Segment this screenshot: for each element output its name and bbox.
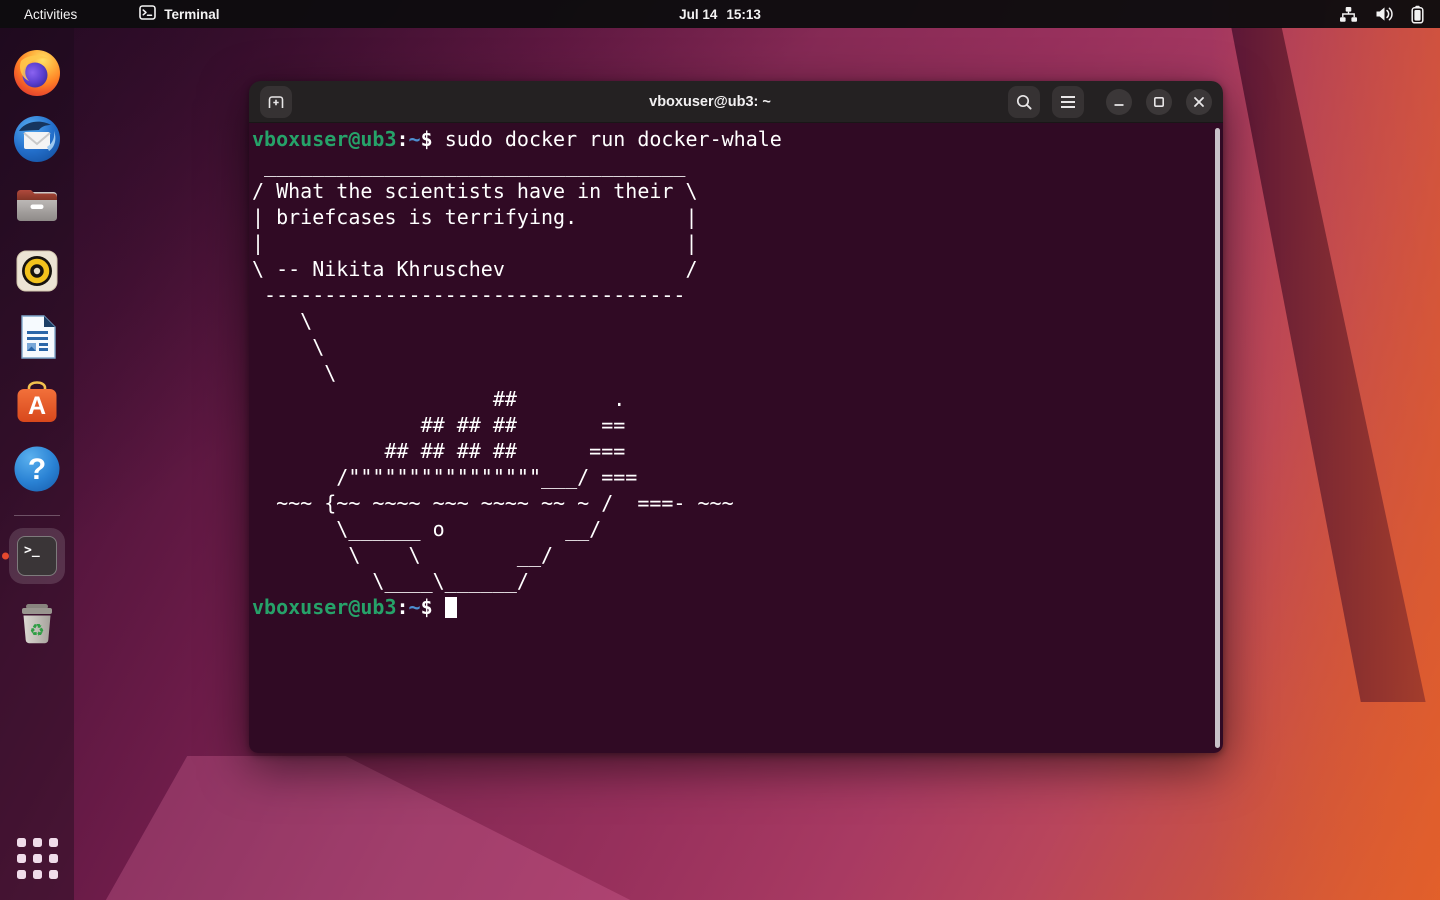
running-indicator-dot: [2, 553, 9, 560]
terminal-scrollbar[interactable]: [1215, 128, 1220, 748]
dock-item-files[interactable]: [11, 179, 63, 231]
terminal-glyph: >_: [24, 543, 40, 558]
dock-item-ubuntu-software[interactable]: A: [11, 377, 63, 429]
prompt-path: ~: [409, 127, 421, 151]
command-text: sudo docker run docker-whale: [445, 127, 782, 151]
maximize-button[interactable]: [1146, 89, 1172, 115]
prompt-symbol: $: [421, 127, 445, 151]
files-folder-icon: [11, 179, 63, 231]
window-title: vboxuser@ub3: ~: [292, 94, 1008, 110]
dock-divider: [14, 515, 60, 516]
svg-text:?: ?: [28, 453, 46, 486]
svg-text:A: A: [28, 392, 46, 420]
terminal-app-icon: [139, 5, 156, 23]
dock-item-help[interactable]: ?: [11, 443, 63, 495]
clock-time: 15:13: [726, 7, 761, 22]
dock: A ?: [0, 28, 74, 900]
grid-dot: [49, 838, 58, 847]
grid-dot: [17, 854, 26, 863]
trash-icon: ♻: [11, 598, 63, 650]
thunderbird-icon: [11, 113, 63, 165]
prompt-user-host: vboxuser@ub3: [252, 127, 397, 151]
titlebar-controls: [1008, 86, 1212, 118]
show-applications-button[interactable]: [11, 832, 63, 884]
menu-button[interactable]: [1052, 86, 1084, 118]
terminal-dock-icon: >_: [17, 536, 57, 576]
grid-dot: [49, 870, 58, 879]
help-icon: ?: [11, 443, 63, 495]
clock-button[interactable]: Jul 14 15:13: [679, 7, 761, 22]
terminal-cursor: [445, 597, 457, 618]
dock-item-thunderbird[interactable]: [11, 113, 63, 165]
battery-icon: [1411, 5, 1424, 24]
libreoffice-writer-icon: [11, 311, 63, 363]
rhythmbox-icon: [11, 245, 63, 297]
prompt-path: ~: [409, 595, 421, 619]
focused-app-menu[interactable]: Terminal: [139, 5, 219, 23]
prompt-user-host: vboxuser@ub3: [252, 595, 397, 619]
activities-button[interactable]: Activities: [18, 5, 83, 24]
minimize-button[interactable]: [1106, 89, 1132, 115]
prompt-symbol: $: [421, 595, 445, 619]
grid-dot: [17, 838, 26, 847]
grid-dot: [33, 854, 42, 863]
volume-icon: [1375, 6, 1394, 22]
terminal-window: vboxuser@ub3: ~: [249, 81, 1223, 753]
dock-item-trash[interactable]: ♻: [11, 598, 63, 650]
clock-date: Jul 14: [679, 7, 717, 22]
system-status-area[interactable]: [1339, 5, 1424, 24]
new-tab-button[interactable]: [260, 86, 292, 118]
network-wired-icon: [1339, 6, 1358, 23]
top-bar: Activities Terminal Jul 14 15:13: [0, 0, 1440, 28]
dock-item-terminal-active[interactable]: >_: [9, 528, 65, 584]
dock-item-firefox[interactable]: [11, 47, 63, 99]
grid-dot: [17, 870, 26, 879]
terminal-output: vboxuser@ub3:~$ sudo docker run docker-w…: [252, 126, 1223, 620]
terminal-content[interactable]: vboxuser@ub3:~$ sudo docker run docker-w…: [249, 123, 1223, 753]
grid-dot: [49, 854, 58, 863]
search-button[interactable]: [1008, 86, 1040, 118]
dock-item-rhythmbox[interactable]: [11, 245, 63, 297]
close-button[interactable]: [1186, 89, 1212, 115]
prompt-separator: :: [397, 127, 409, 151]
prompt-separator: :: [397, 595, 409, 619]
svg-text:♻: ♻: [29, 621, 44, 641]
grid-dot: [33, 870, 42, 879]
dock-item-libreoffice-writer[interactable]: [11, 311, 63, 363]
terminal-titlebar[interactable]: vboxuser@ub3: ~: [249, 81, 1223, 123]
firefox-icon: [11, 47, 63, 99]
cowsay-whale-art: ___________________________________ / Wh…: [252, 153, 734, 593]
desktop: Activities Terminal Jul 14 15:13: [0, 0, 1440, 900]
grid-dot: [33, 838, 42, 847]
focused-app-label: Terminal: [164, 7, 219, 22]
ubuntu-software-icon: A: [11, 377, 63, 429]
